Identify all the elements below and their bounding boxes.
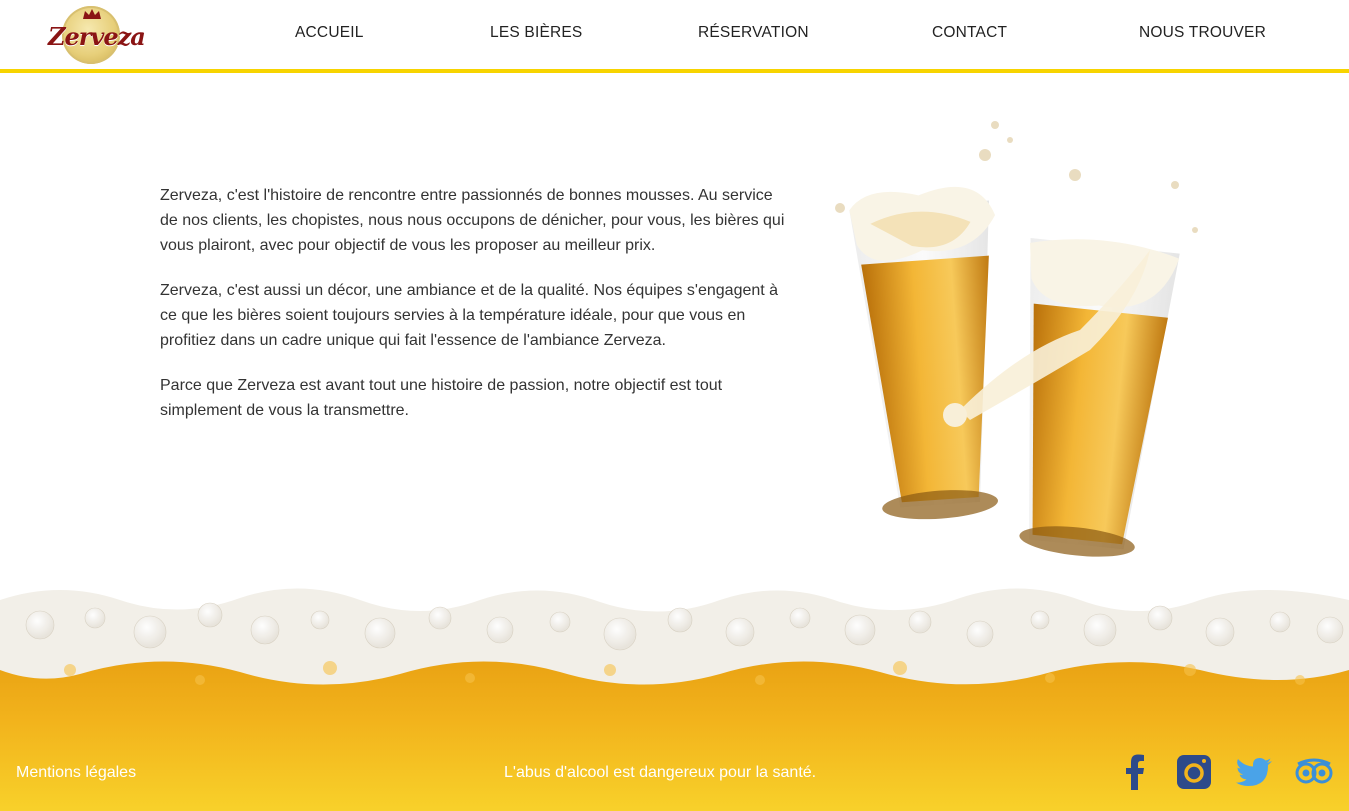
about-paragraph: Parce que Zerveza est avant tout une his… <box>160 377 723 419</box>
nav-item-les-bieres[interactable]: LES BIÈRES <box>490 24 582 42</box>
beer-glasses-image <box>835 121 1198 557</box>
main-nav: ACCUEIL LES BIÈRES RÉSERVATION CONTACT N… <box>0 24 1349 48</box>
instagram-icon[interactable] <box>1174 752 1214 792</box>
crown-icon <box>83 9 101 19</box>
facebook-icon[interactable] <box>1116 752 1156 792</box>
twitter-icon[interactable] <box>1234 752 1274 792</box>
about-section: Zerveza, c'est l'histoire de rencontre e… <box>160 183 790 443</box>
nav-item-accueil[interactable]: ACCUEIL <box>295 24 364 42</box>
nav-item-nous-trouver[interactable]: NOUS TROUVER <box>1139 24 1266 42</box>
about-paragraph: Zerveza, c'est aussi un décor, une ambia… <box>160 282 779 349</box>
alcohol-warning: L'abus d'alcool est dangereux pour la sa… <box>504 764 817 781</box>
site-header: Zerveza ACCUEIL LES BIÈRES RÉSERVATION C… <box>0 0 1349 73</box>
nav-item-contact[interactable]: CONTACT <box>932 24 1007 42</box>
tripadvisor-icon[interactable] <box>1294 752 1334 792</box>
about-paragraph: Zerveza, c'est l'histoire de rencontre e… <box>160 187 785 254</box>
legal-notice-link[interactable]: Mentions légales <box>16 764 136 782</box>
nav-item-reservation[interactable]: RÉSERVATION <box>698 24 809 42</box>
social-links <box>1116 752 1336 792</box>
